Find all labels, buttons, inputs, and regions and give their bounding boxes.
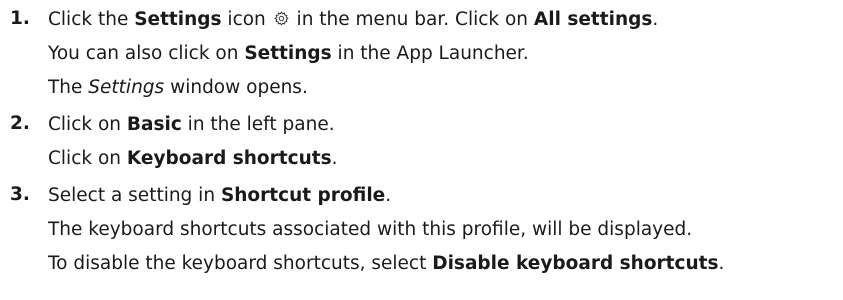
step-number: 1. — [10, 8, 30, 29]
text: in the menu bar. Click on — [290, 9, 534, 30]
step-3-line-3: To disable the keyboard shortcuts, selec… — [48, 252, 724, 276]
text: . — [718, 253, 725, 274]
text: . — [385, 185, 392, 206]
text: Click on — [48, 148, 127, 169]
window-name: Settings — [88, 77, 165, 98]
ui-term: Disable keyboard shortcuts — [432, 253, 719, 274]
text: Click on — [48, 114, 127, 135]
step-2-line-2: Click on Keyboard shortcuts. — [48, 147, 338, 171]
step-1-line-2: You can also click on Settings in the Ap… — [48, 42, 529, 66]
text: You can also click on — [48, 43, 245, 64]
text: The — [48, 77, 89, 98]
ui-term: Shortcut profile — [220, 185, 386, 206]
instruction-steps: 1. Click the Settings icon in the menu b… — [0, 0, 843, 300]
text: Select a setting in — [48, 185, 221, 206]
ui-term: All settings — [533, 9, 653, 30]
text: icon — [221, 9, 272, 30]
gear-icon — [273, 11, 289, 26]
text: in the left pane. — [181, 114, 335, 135]
text: window opens. — [164, 77, 308, 98]
step-1-line-3: The Settings window opens. — [48, 76, 308, 100]
text: . — [652, 9, 659, 30]
ui-term: Settings — [244, 43, 332, 64]
step-3-line-2: The keyboard shortcuts associated with t… — [48, 218, 692, 242]
step-1-line-1: Click the Settings icon in the menu bar.… — [48, 8, 658, 32]
text: To disable the keyboard shortcuts, selec… — [48, 253, 433, 274]
ui-term: Settings — [134, 9, 222, 30]
text: The keyboard shortcuts associated with t… — [48, 219, 693, 240]
step-3-line-1: Select a setting in Shortcut profile. — [48, 184, 391, 208]
text: Click the — [48, 9, 135, 30]
step-number: 2. — [10, 113, 30, 134]
ui-term: Basic — [126, 114, 182, 135]
step-number: 3. — [10, 184, 30, 205]
text: . — [331, 148, 338, 169]
ui-term: Keyboard shortcuts — [126, 148, 332, 169]
step-2-line-1: Click on Basic in the left pane. — [48, 113, 335, 137]
text: in the App Launcher. — [331, 43, 529, 64]
